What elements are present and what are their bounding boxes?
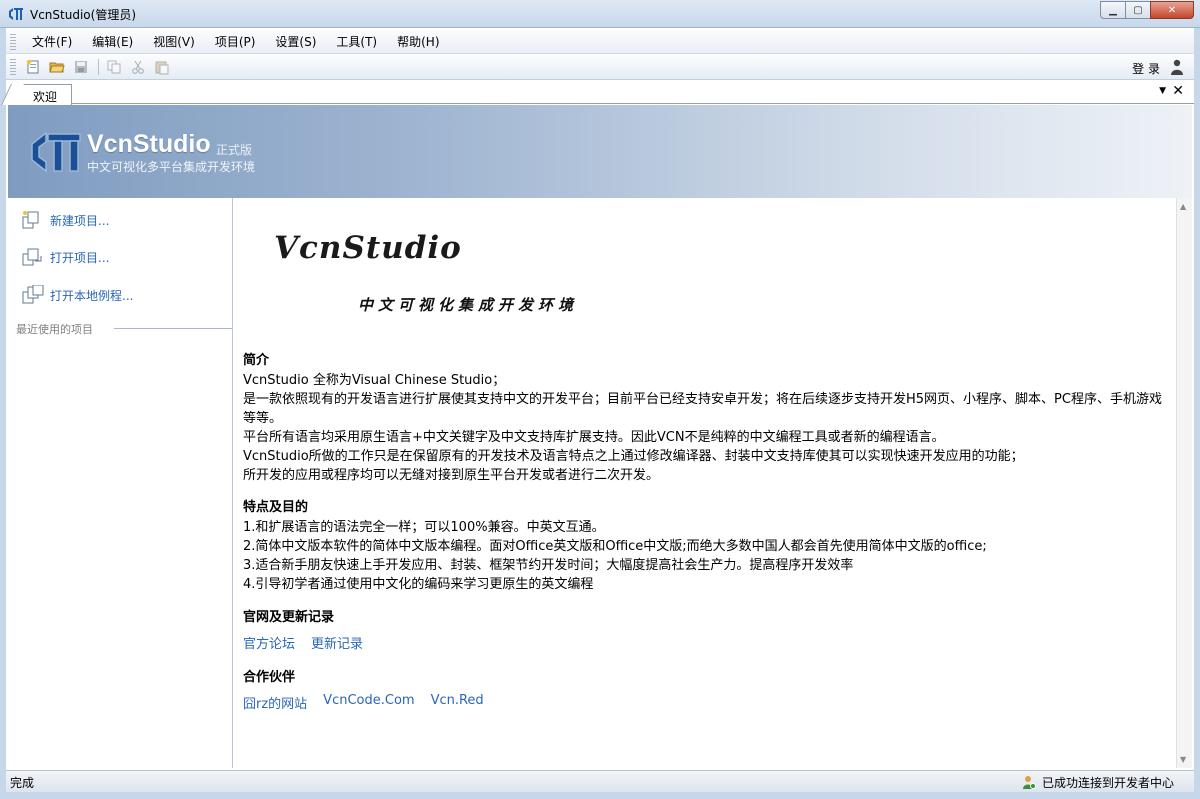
close-icon[interactable]: ✕ xyxy=(1150,1,1194,19)
open-example-icon xyxy=(22,285,44,304)
document-tab-strip: 欢迎 ▼ ✕ xyxy=(6,82,1194,105)
window-frame-right xyxy=(1194,28,1200,793)
status-text: 完成 xyxy=(10,776,35,790)
tab-list-dropdown-icon[interactable]: ▼ xyxy=(1159,86,1166,96)
new-file-icon[interactable] xyxy=(22,57,44,77)
scroll-down-icon[interactable]: ▼ xyxy=(1180,755,1186,764)
connection-status: 已成功连接到开发者中心 xyxy=(1022,774,1174,791)
maximize-icon[interactable]: ▢ xyxy=(1125,1,1151,19)
tab-close-icon[interactable]: ✕ xyxy=(1172,83,1184,99)
window-frame-left xyxy=(0,28,6,793)
toolbar-grip[interactable] xyxy=(10,59,16,75)
menubar-grip[interactable] xyxy=(10,33,16,50)
toolbar-separator xyxy=(98,59,99,75)
menu-settings[interactable]: 设置(S) xyxy=(265,31,326,52)
intro-line: 平台所有语言均采用原生语言+中文关键字及中文支持库扩展支持。因此VCN不是纯粹的… xyxy=(243,430,945,445)
new-project-action[interactable]: 新建项目... xyxy=(22,209,109,231)
website-title: 官网及更新记录 xyxy=(243,610,335,625)
tab-welcome-label: 欢迎 xyxy=(33,90,58,104)
app-logo-icon xyxy=(9,8,23,20)
menu-tools[interactable]: 工具(T) xyxy=(326,31,387,52)
intro-line: 是一款依照现有的开发语言进行扩展使其支持中文的开发平台；目前平台已经支持安卓开发… xyxy=(243,392,1162,407)
open-folder-icon[interactable] xyxy=(46,57,68,77)
cut-icon[interactable] xyxy=(127,57,149,77)
open-project-action[interactable]: 打开项目... xyxy=(22,246,109,268)
welcome-banner: VcnStudio 正式版 中文可视化多平台集成开发环境 xyxy=(8,105,1192,198)
menu-view[interactable]: 视图(V) xyxy=(143,31,205,52)
copy-icon[interactable] xyxy=(103,57,125,77)
open-example-action[interactable]: 打开本地例程... xyxy=(22,284,133,306)
title-bar: VcnStudio(管理员) ▁ ▢ ✕ xyxy=(0,0,1200,28)
content-logo-text: VcnStudio xyxy=(274,230,462,266)
content-slogan: 中文可视化集成开发环境 xyxy=(358,296,579,314)
scroll-up-icon[interactable]: ▲ xyxy=(1180,202,1186,211)
start-sidebar: 新建项目... 打开项目... 打开本地例程... 最近使用的项目 xyxy=(8,198,233,768)
content-scrollbar[interactable]: ▲ ▼ xyxy=(1176,198,1192,768)
changelog-link[interactable]: 更新记录 xyxy=(311,633,363,652)
banner-brand: VcnStudio xyxy=(87,130,211,158)
toolbar: 登 录 xyxy=(6,55,1194,80)
tab-welcome[interactable]: 欢迎 xyxy=(12,84,72,105)
vcnstudio-logo-icon xyxy=(31,131,81,173)
partner-link-vcnred[interactable]: Vcn.Red xyxy=(431,693,484,712)
connected-user-icon xyxy=(1022,776,1036,789)
new-project-label: 新建项目... xyxy=(50,213,110,228)
partners-title: 合作伙伴 xyxy=(243,670,296,685)
window-title: VcnStudio(管理员) xyxy=(30,8,136,22)
welcome-content: VcnStudio 中文可视化集成开发环境 简介 VcnStudio 全称为Vi… xyxy=(234,198,1176,768)
intro-title: 简介 xyxy=(243,353,270,368)
menu-help[interactable]: 帮助(H) xyxy=(387,31,449,52)
intro-line: 所开发的应用或程序均可以无缝对接到原生平台开发或者进行二次开发。 xyxy=(243,468,660,483)
user-icon[interactable] xyxy=(1170,59,1184,75)
banner-subtitle: 中文可视化多平台集成开发环境 xyxy=(87,160,256,174)
banner-edition: 正式版 xyxy=(216,143,253,157)
forum-link[interactable]: 官方论坛 xyxy=(243,633,295,652)
feature-line: 4.引导初学者通过使用中文化的编码来学习更原生的英文编程 xyxy=(243,577,594,592)
status-bar: 完成 已成功连接到开发者中心 xyxy=(6,770,1194,792)
intro-line: 等等。 xyxy=(243,411,283,426)
features-title: 特点及目的 xyxy=(243,500,309,515)
login-button[interactable]: 登 录 xyxy=(1132,60,1160,77)
partner-links: 囧rz的网站 VcnCode.Com Vcn.Red xyxy=(243,693,500,712)
recent-projects-heading: 最近使用的项目 xyxy=(16,323,93,336)
partner-link-jiongrz[interactable]: 囧rz的网站 xyxy=(243,693,307,712)
save-icon[interactable] xyxy=(70,57,92,77)
open-project-icon xyxy=(22,248,42,266)
menu-edit[interactable]: 编辑(E) xyxy=(82,31,143,52)
open-project-label: 打开项目... xyxy=(50,250,110,265)
window-frame-bottom xyxy=(0,792,1200,799)
menu-file[interactable]: 文件(F) xyxy=(22,31,82,52)
window-controls: ▁ ▢ ✕ xyxy=(1100,1,1194,19)
menu-bar: 文件(F) 编辑(E) 视图(V) 项目(P) 设置(S) 工具(T) 帮助(H… xyxy=(6,30,1194,54)
connection-status-text: 已成功连接到开发者中心 xyxy=(1041,776,1174,790)
open-example-label: 打开本地例程... xyxy=(50,288,134,303)
feature-line: 3.适合新手朋友快速上手开发应用、封装、框架节约开发时间；大幅度提高社会生产力。… xyxy=(243,558,854,573)
menu-project[interactable]: 项目(P) xyxy=(205,31,266,52)
feature-line: 1.和扩展语言的语法完全一样；可以100%兼容。中英文互通。 xyxy=(243,520,605,535)
partner-link-vcncode[interactable]: VcnCode.Com xyxy=(323,693,414,712)
intro-line: VcnStudio所做的工作只是在保留原有的开发技术及语言特点之上通过修改编译器… xyxy=(243,449,1024,464)
recent-divider xyxy=(114,328,232,329)
feature-line: 2.简体中文版本软件的简体中文版本编程。面对Office英文版和Office中文… xyxy=(243,539,987,554)
website-links: 官方论坛 更新记录 xyxy=(243,633,379,652)
minimize-icon[interactable]: ▁ xyxy=(1100,1,1126,19)
new-project-icon xyxy=(22,211,39,229)
paste-icon[interactable] xyxy=(151,57,173,77)
intro-line: VcnStudio 全称为Visual Chinese Studio； xyxy=(243,373,506,388)
